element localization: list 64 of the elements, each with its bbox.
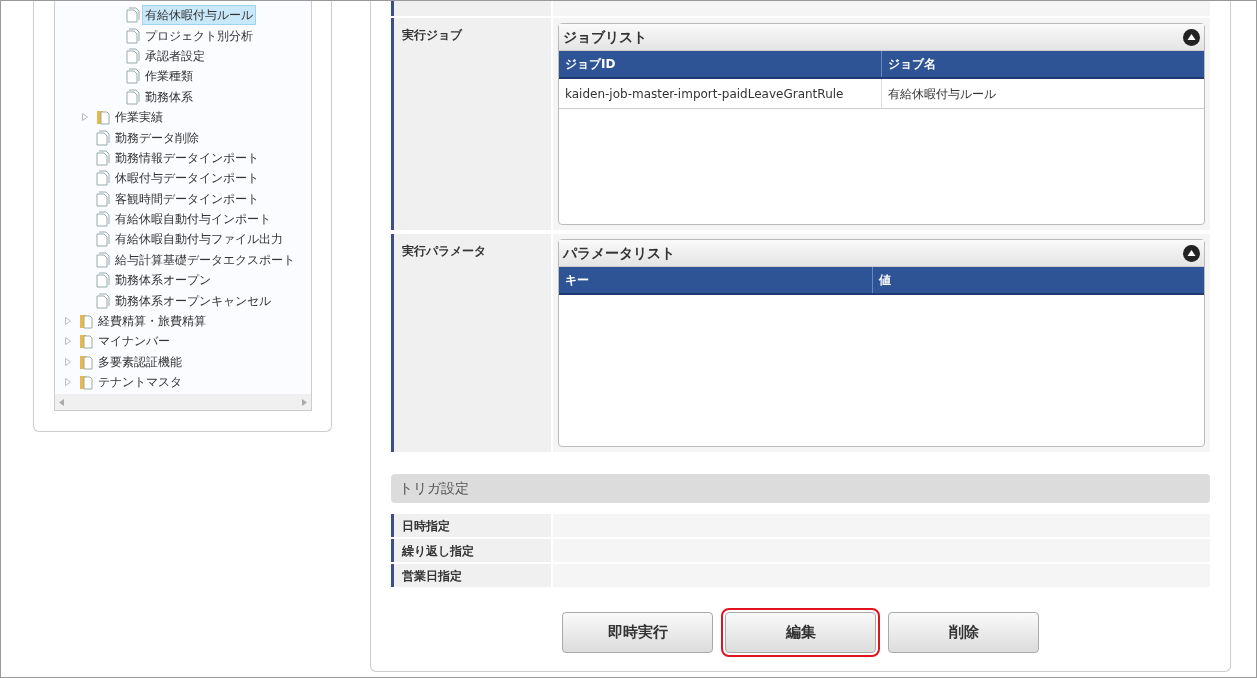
panel-title: ジョブリスト <box>563 27 647 47</box>
tree-item[interactable]: 有給休暇自動付与インポート <box>112 209 274 230</box>
page-icon <box>96 170 110 187</box>
column-header: キー <box>564 272 590 289</box>
page-icon <box>126 68 140 85</box>
page-icon <box>126 27 140 44</box>
tree-item[interactable]: 作業種類 <box>142 66 196 87</box>
page-icon <box>96 149 110 166</box>
scroll-right-icon[interactable] <box>302 398 307 406</box>
page-icon <box>126 47 140 64</box>
field-label: 営業日指定 <box>402 567 462 585</box>
tree-item[interactable]: 休暇付与データインポート <box>112 168 262 189</box>
page-icon <box>96 251 110 268</box>
section-header: トリガ設定 <box>391 474 1210 503</box>
collapsed-triangle-icon[interactable] <box>65 337 71 346</box>
tree-item[interactable]: 勤務情報データインポート <box>112 147 262 168</box>
page-icon <box>96 211 110 228</box>
tree-item[interactable]: 作業実績 <box>112 107 166 128</box>
tree-item[interactable]: 多要素認証機能 <box>95 351 185 372</box>
page-icon <box>126 88 140 105</box>
tree-item[interactable]: 勤務体系オープン <box>112 270 214 291</box>
folder-icon <box>79 313 93 330</box>
collapse-icon[interactable] <box>1183 28 1200 46</box>
action-button[interactable]: 削除 <box>888 612 1039 653</box>
collapse-icon[interactable] <box>1183 244 1200 262</box>
horizontal-scrollbar[interactable] <box>55 394 311 410</box>
tree-item[interactable]: 有給休暇自動付与ファイル出力 <box>112 229 286 250</box>
tree-item[interactable]: 経費精算・旅費精算 <box>95 311 209 332</box>
page-icon <box>96 272 110 289</box>
field-label: 実行パラメータ <box>402 244 486 258</box>
collapsed-triangle-icon[interactable] <box>65 378 71 387</box>
scroll-left-icon[interactable] <box>59 398 64 406</box>
tree-item[interactable]: マイナンバー <box>95 331 173 352</box>
table-cell: 有給休暇付与ルール <box>881 79 1204 108</box>
panel-title: パラメータリスト <box>563 243 675 263</box>
collapsed-triangle-icon[interactable] <box>65 317 71 326</box>
tree-item[interactable]: 有給休暇付与ルール <box>142 5 256 26</box>
field-label: 繰り返し指定 <box>402 542 474 560</box>
page-icon <box>96 292 110 309</box>
page-icon <box>96 190 110 207</box>
page-icon <box>126 7 140 24</box>
tree-item[interactable]: プロジェクト別分析 <box>142 25 256 46</box>
tree-item[interactable]: 給与計算基礎データエクスポート <box>112 249 298 270</box>
tree-item[interactable]: 客観時間データインポート <box>112 188 262 209</box>
tree-item[interactable]: 承認者設定 <box>142 45 208 66</box>
field-label: 日時指定 <box>402 517 450 535</box>
action-button[interactable]: 即時実行 <box>562 612 713 653</box>
folder-icon <box>79 374 93 391</box>
page-icon <box>96 129 110 146</box>
folder-icon <box>79 333 93 350</box>
folder-icon <box>96 109 110 126</box>
field-label: 実行ジョブ <box>402 28 462 42</box>
tree-item[interactable]: 勤務体系オープンキャンセル <box>112 290 274 311</box>
table-cell-text: kaiden-job-master-import-paidLeaveGrantRule <box>564 85 845 103</box>
tree-item[interactable]: 勤務データ削除 <box>112 127 202 148</box>
column-header: ジョブ名 <box>881 51 1204 77</box>
collapsed-triangle-icon[interactable] <box>82 113 88 122</box>
collapsed-triangle-icon[interactable] <box>65 357 71 366</box>
page-icon <box>96 231 110 248</box>
folder-icon <box>79 353 93 370</box>
column-header: 値 <box>872 267 1186 293</box>
tree-item[interactable]: 勤務体系 <box>142 86 196 107</box>
column-header: ジョブID <box>564 56 617 73</box>
tree-item[interactable]: テナントマスタ <box>95 372 185 393</box>
